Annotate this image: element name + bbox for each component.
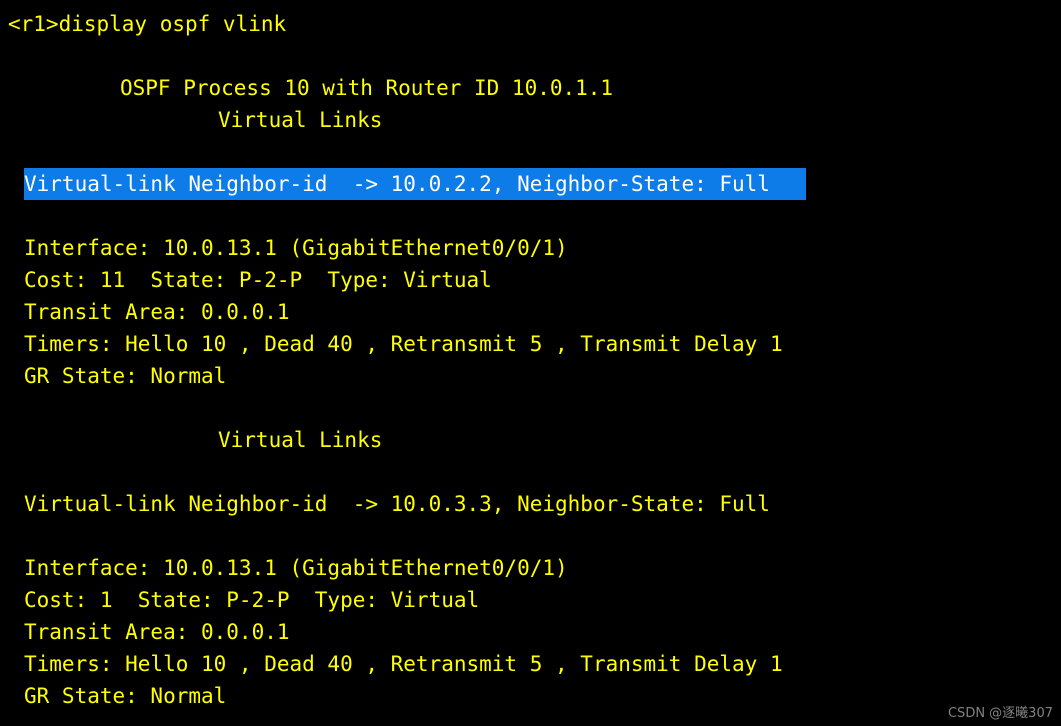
vlink-cost-line-1: Cost: 11 State: P-2-P Type: Virtual — [24, 268, 492, 292]
vlink-transit-area-line-2: Transit Area: 0.0.0.1 — [24, 620, 290, 644]
virtual-links-title-1: Virtual Links — [218, 108, 383, 132]
vlink-interface-line-2: Interface: 10.0.13.1 (GigabitEthernet0/0… — [24, 556, 568, 580]
csdn-watermark: CSDN @逐曦307 — [947, 706, 1053, 721]
vlink-cost-line-2: Cost: 1 State: P-2-P Type: Virtual — [24, 588, 480, 612]
vlink-timers-line-2: Timers: Hello 10 , Dead 40 , Retransmit … — [24, 652, 783, 676]
vlink-transit-area-line-1: Transit Area: 0.0.0.1 — [24, 300, 290, 324]
ospf-process-header: OSPF Process 10 with Router ID 10.0.1.1 — [120, 76, 614, 100]
vlink-neighbor-line-1[interactable]: Virtual-link Neighbor-id -> 10.0.2.2, Ne… — [24, 168, 806, 200]
vlink-gr-state-line-2: GR State: Normal — [24, 684, 227, 708]
command-line[interactable]: <r1>display ospf vlink — [8, 8, 286, 40]
vlink-interface-line-1: Interface: 10.0.13.1 (GigabitEthernet0/0… — [24, 236, 568, 260]
vlink-gr-state-line-1: GR State: Normal — [24, 364, 227, 388]
vlink-neighbor-line-2[interactable]: Virtual-link Neighbor-id -> 10.0.3.3, Ne… — [24, 488, 770, 520]
terminal-window[interactable]: <r1>display ospf vlink OSPF Process 10 w… — [0, 0, 1061, 726]
terminal-screen[interactable]: <r1>display ospf vlink OSPF Process 10 w… — [0, 0, 1061, 726]
virtual-links-title-2: Virtual Links — [218, 428, 383, 452]
vlink-timers-line-1: Timers: Hello 10 , Dead 40 , Retransmit … — [24, 332, 783, 356]
